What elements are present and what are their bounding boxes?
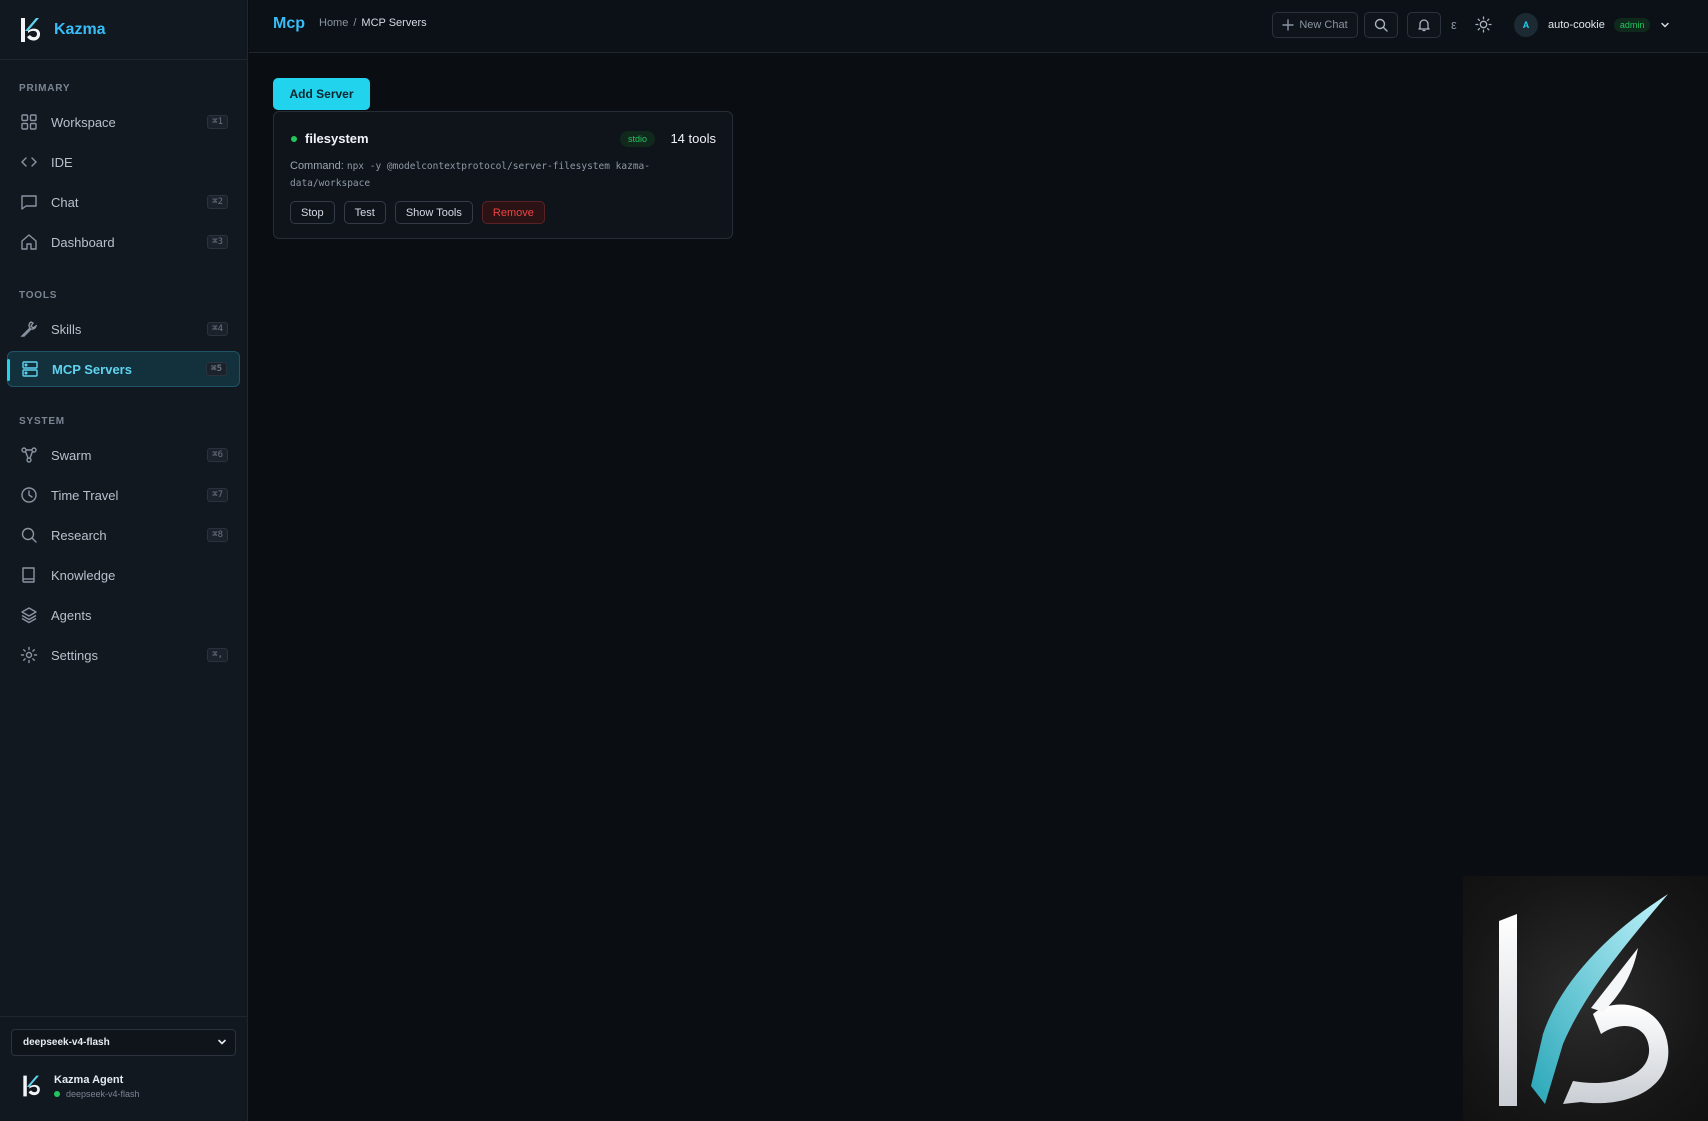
swarm-icon (20, 446, 38, 464)
sidebar-item-label: Agents (51, 607, 92, 623)
sun-icon (1475, 16, 1492, 33)
sidebar-item-label: Workspace (51, 114, 116, 130)
sidebar-item-label: Dashboard (51, 234, 115, 250)
shortcut-badge: ⌘2 (207, 195, 228, 209)
new-chat-label: New Chat (1299, 19, 1348, 31)
kazma-watermark-logo (1463, 876, 1708, 1121)
shortcut-badge: ⌘8 (207, 528, 228, 542)
sidebar-item-label: IDE (51, 154, 73, 170)
sidebar-footer: deepseek-v4-flash Kazma Agent deepseek-v… (0, 1016, 248, 1121)
sidebar-item-label: Research (51, 527, 107, 543)
user-name: auto-cookie (1548, 19, 1605, 31)
avatar: A (1514, 13, 1538, 37)
chevron-down-icon (217, 1037, 227, 1050)
brand-name: Kazma (54, 20, 106, 38)
add-server-button[interactable]: Add Server (273, 78, 370, 110)
sidebar-item-ide[interactable]: IDE (7, 144, 240, 180)
agent-card[interactable]: Kazma Agent deepseek-v4-flash (20, 1073, 140, 1099)
layers-icon (20, 606, 38, 624)
show-tools-button[interactable]: Show Tools (394, 201, 473, 224)
command-label: Command: (290, 160, 344, 172)
test-button[interactable]: Test (343, 201, 386, 224)
shortcut-badge: ⌘, (207, 648, 228, 662)
new-chat-button[interactable]: New Chat (1272, 12, 1358, 38)
role-badge: admin (1613, 18, 1651, 32)
stop-button[interactable]: Stop (290, 201, 335, 224)
search-button[interactable] (1364, 12, 1398, 38)
sidebar-item-swarm[interactable]: Swarm ⌘6 (7, 437, 240, 473)
sidebar-item-label: Skills (51, 321, 82, 337)
sidebar-item-label: Knowledge (51, 567, 116, 583)
section-label-tools: TOOLS (19, 290, 58, 301)
server-card: filesystem stdio 14 tools Command: npx -… (273, 111, 733, 239)
theme-toggle[interactable] (1475, 16, 1492, 33)
sidebar-item-skills[interactable]: Skills ⌘4 (7, 311, 240, 347)
grid-icon (20, 113, 38, 131)
home-icon (20, 233, 38, 251)
shortcut-badge: ⌘4 (207, 322, 228, 336)
sidebar-item-label: Swarm (51, 447, 92, 463)
sidebar-item-label: Settings (51, 647, 98, 663)
breadcrumb-current: MCP Servers (361, 17, 427, 29)
server-actions: Stop Test Show Tools Remove (290, 201, 545, 224)
plus-icon (1282, 19, 1295, 31)
chat-icon (20, 193, 38, 211)
tools-count: 14 tools (670, 131, 716, 146)
wrench-icon (20, 320, 38, 338)
language-toggle[interactable]: ε (1451, 17, 1457, 32)
sidebar-item-label: MCP Servers (52, 361, 132, 377)
breadcrumb-separator: / (353, 17, 357, 29)
sidebar-item-mcp-servers[interactable]: MCP Servers ⌘5 (7, 351, 240, 387)
user-menu[interactable]: A auto-cookie admin (1514, 13, 1670, 37)
sidebar-item-chat[interactable]: Chat ⌘2 (7, 184, 240, 220)
section-label-primary: PRIMARY (19, 83, 71, 94)
page-title: Mcp (273, 15, 305, 32)
agent-model-label: deepseek-v4-flash (66, 1088, 140, 1099)
breadcrumb-home[interactable]: Home (319, 17, 348, 29)
server-name: filesystem (305, 131, 369, 146)
server-command: Command: npx -y @modelcontextprotocol/se… (290, 158, 690, 192)
transport-badge: stdio (620, 131, 656, 147)
sidebar-item-time-travel[interactable]: Time Travel ⌘7 (7, 477, 240, 513)
brand[interactable]: Kazma (0, 0, 247, 60)
shortcut-badge: ⌘7 (207, 488, 228, 502)
shortcut-badge: ⌘6 (207, 448, 228, 462)
code-icon (20, 153, 38, 171)
shortcut-badge: ⌘5 (206, 362, 227, 376)
kazma-logo-icon (20, 1073, 44, 1099)
clock-icon (20, 486, 38, 504)
agent-model: deepseek-v4-flash (54, 1089, 140, 1099)
agent-name: Kazma Agent (54, 1073, 124, 1086)
sidebar-item-label: Time Travel (51, 487, 119, 503)
bell-icon (1417, 18, 1431, 32)
model-select[interactable]: deepseek-v4-flash (11, 1029, 236, 1056)
sidebar-item-dashboard[interactable]: Dashboard ⌘3 (7, 224, 240, 260)
notifications-button[interactable] (1407, 12, 1441, 38)
search-icon (20, 526, 38, 544)
breadcrumb: Home / MCP Servers (319, 17, 427, 29)
status-dot-icon (54, 1090, 60, 1097)
status-dot-icon (291, 136, 297, 142)
sidebar-item-research[interactable]: Research ⌘8 (7, 517, 240, 553)
chevron-down-icon (1660, 20, 1670, 30)
sidebar-item-label: Chat (51, 194, 79, 210)
sidebar-item-agents[interactable]: Agents (7, 597, 240, 633)
command-value: npx -y @modelcontextprotocol/server-file… (290, 161, 650, 189)
sidebar-item-settings[interactable]: Settings ⌘, (7, 637, 240, 673)
kazma-logo-icon (18, 15, 44, 45)
gear-icon (20, 646, 38, 664)
sidebar: Kazma PRIMARY Workspace ⌘1 IDE Chat ⌘2 D… (0, 0, 248, 1121)
top-header: Mcp Home / MCP Servers New Chat ε A auto… (249, 0, 1708, 53)
model-select-value: deepseek-v4-flash (23, 1037, 110, 1048)
sidebar-item-knowledge[interactable]: Knowledge (7, 557, 240, 593)
sidebar-item-workspace[interactable]: Workspace ⌘1 (7, 104, 240, 140)
book-icon (20, 566, 38, 584)
remove-button[interactable]: Remove (481, 201, 545, 224)
server-icon (21, 360, 39, 378)
shortcut-badge: ⌘3 (207, 235, 228, 249)
shortcut-badge: ⌘1 (207, 115, 228, 129)
search-icon (1374, 18, 1388, 32)
section-label-system: SYSTEM (19, 416, 65, 427)
